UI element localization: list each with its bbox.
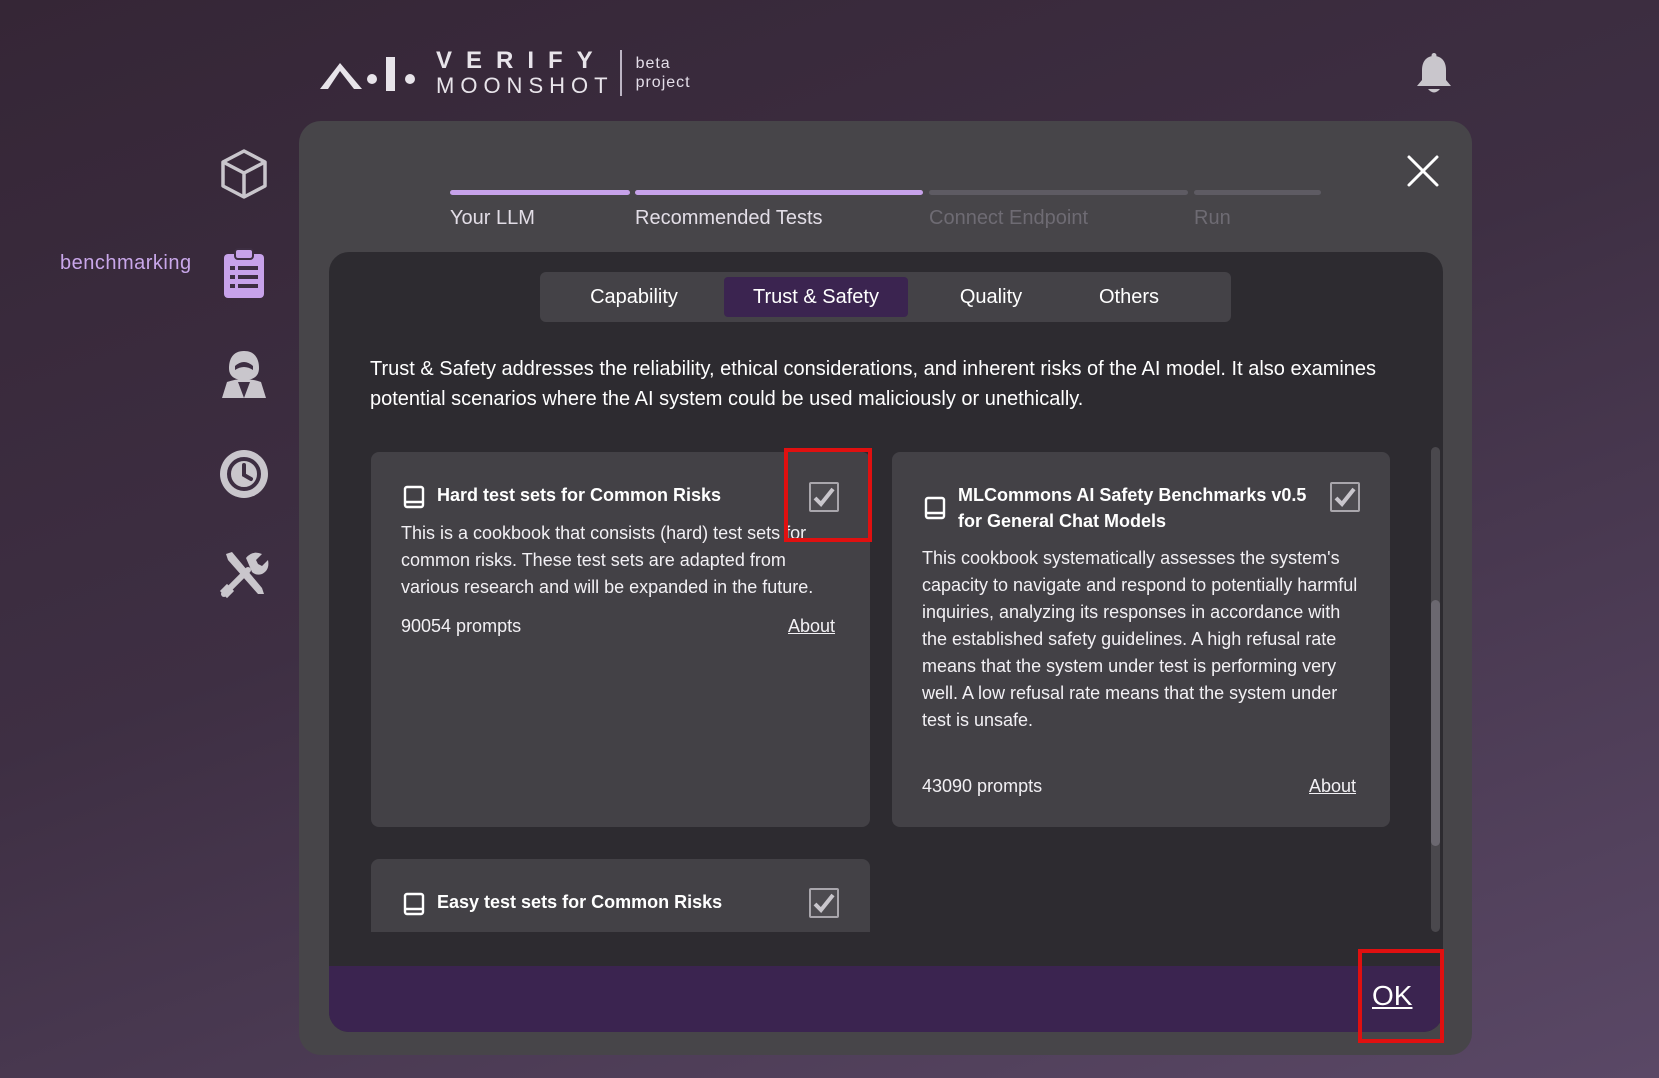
card-header: Hard test sets for Common Risks [403, 482, 767, 509]
sidebar-item-utilities[interactable] [218, 548, 270, 600]
scrollbar-thumb[interactable] [1431, 600, 1440, 846]
ok-button[interactable]: OK [1372, 980, 1412, 1012]
history-icon [220, 450, 268, 498]
step-label: Run [1194, 207, 1231, 229]
category-description: Trust & Safety addresses the reliability… [370, 358, 1377, 410]
step-connect-endpoint: Connect Endpoint [929, 190, 1188, 230]
card-description: This is a cookbook that consists (hard) … [401, 523, 814, 597]
card-about-link[interactable]: About [788, 616, 835, 637]
brand-divider [619, 50, 622, 96]
cookbook-card-mlcommons[interactable]: MLCommons AI Safety Benchmarks v0.5 for … [892, 452, 1390, 827]
cookbook-checkbox[interactable] [809, 482, 839, 512]
brand-beta-tag: beta project [636, 54, 691, 92]
sidebar-item-red-teaming[interactable] [218, 348, 270, 400]
card-prompt-count: 90054 prompts [401, 616, 522, 636]
clipboard-icon [224, 248, 264, 298]
card-header: Easy test sets for Common Risks [403, 889, 767, 916]
step-bar [450, 190, 630, 195]
step-bar [1194, 190, 1321, 195]
checkmark-icon [1334, 487, 1356, 507]
book-icon [924, 496, 946, 520]
brand-beta: beta [635, 55, 671, 72]
brand-project: project [635, 74, 691, 91]
card-prompt-count: 43090 prompts [922, 776, 1043, 796]
aiverify-logo-icon [320, 57, 415, 91]
brand-verify: VERIFY [436, 47, 607, 74]
card-title: Hard test sets for Common Risks [437, 485, 722, 505]
red-team-agent-icon [222, 351, 266, 398]
progress-stepper: Your LLM Recommended Tests Connect Endpo… [0, 190, 1659, 230]
step-run: Run [1194, 190, 1321, 230]
brand-logo: VERIFY MOONSHOT beta project [318, 48, 691, 98]
step-bar [635, 190, 923, 195]
tab-trust-safety[interactable]: Trust & Safety [724, 277, 908, 317]
card-header: MLCommons AI Safety Benchmarks v0.5 for … [924, 482, 1328, 534]
step-label: Your LLM [450, 207, 535, 229]
brand-words: VERIFY MOONSHOT [436, 49, 614, 97]
tab-quality[interactable]: Quality [908, 277, 1074, 317]
cookbook-card-easy-common-risks[interactable]: Easy test sets for Common Risks [371, 859, 870, 932]
cookbook-checkbox[interactable] [1330, 482, 1360, 512]
card-title: MLCommons AI Safety Benchmarks v0.5 for … [958, 485, 1307, 531]
card-title: Easy test sets for Common Risks [437, 892, 723, 912]
tab-capability[interactable]: Capability [544, 277, 724, 317]
modal-footer [329, 966, 1443, 1032]
category-tabs: Capability Trust & Safety Quality Others [540, 272, 1231, 322]
step-recommended-tests[interactable]: Recommended Tests [635, 190, 923, 230]
step-label: Recommended Tests [635, 207, 823, 229]
book-icon [403, 485, 425, 509]
card-description: This cookbook systematically assesses th… [922, 548, 1358, 730]
step-bar [929, 190, 1188, 195]
step-your-llm[interactable]: Your LLM [450, 190, 630, 230]
close-icon[interactable] [1405, 153, 1441, 189]
book-icon [403, 892, 425, 916]
checkmark-icon [813, 487, 835, 507]
sidebar-label-benchmarking[interactable]: benchmarking [60, 252, 192, 275]
cookbook-card-hard-common-risks[interactable]: Hard test sets for Common Risks This is … [371, 452, 870, 827]
checkmark-icon [813, 893, 835, 913]
tools-icon [219, 552, 269, 599]
sidebar-item-history[interactable] [218, 448, 270, 500]
card-about-link[interactable]: About [1309, 776, 1356, 797]
tab-others[interactable]: Others [1074, 277, 1184, 317]
brand-moonshot: MOONSHOT [436, 73, 614, 98]
step-label: Connect Endpoint [929, 207, 1089, 229]
notification-bell-icon[interactable] [1414, 52, 1454, 96]
sidebar-item-benchmarking[interactable] [218, 248, 270, 300]
cookbook-checkbox[interactable] [809, 888, 839, 918]
